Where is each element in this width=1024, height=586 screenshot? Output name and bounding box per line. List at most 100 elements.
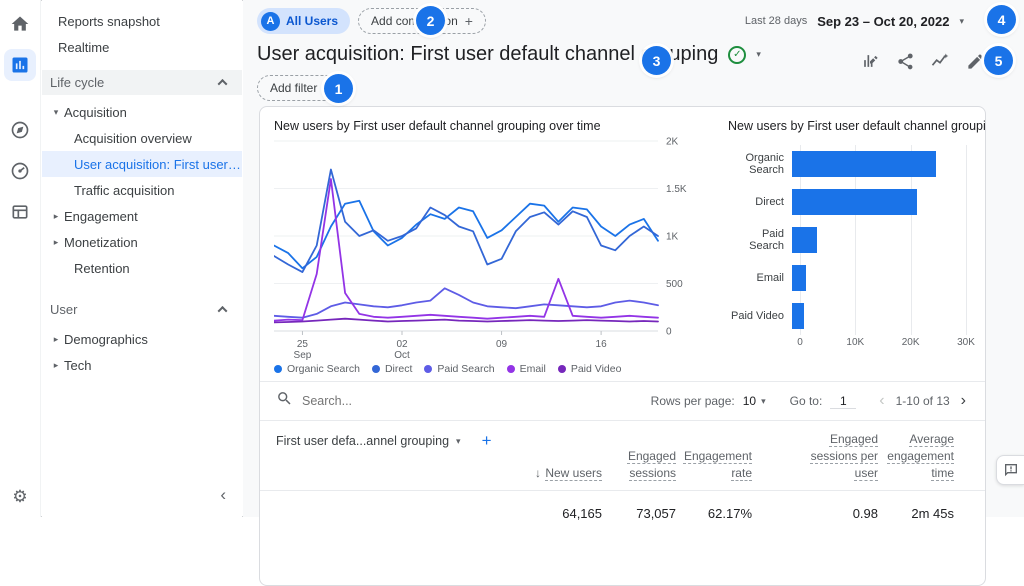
- svg-text:02: 02: [396, 339, 408, 350]
- settings-gear-icon[interactable]: ⚙: [12, 487, 27, 507]
- column-header-average-engagement-time[interactable]: Average engagement time: [878, 431, 954, 481]
- customize-report-icon[interactable]: [857, 48, 883, 74]
- svg-text:2K: 2K: [666, 137, 679, 148]
- explore-icon[interactable]: [4, 114, 36, 146]
- avatar: A: [261, 11, 280, 31]
- sort-desc-icon: ↓: [534, 465, 541, 480]
- sidebar-item-tech[interactable]: ▸ Tech: [42, 352, 242, 378]
- chevron-down-icon: ▾: [456, 435, 461, 446]
- sidebar-item-acquisition-overview[interactable]: Acquisition overview: [42, 125, 242, 151]
- sidebar-item-demographics[interactable]: ▸ Demographics: [42, 326, 242, 352]
- legend-item: Paid Search: [424, 363, 495, 375]
- bar: [792, 303, 805, 329]
- callout-1: 1: [324, 74, 353, 103]
- rows-per-page-label: Rows per page:: [650, 394, 735, 408]
- sidebar-item-user-acquisition[interactable]: User acquisition: First user ...: [42, 151, 242, 177]
- svg-text:Sep: Sep: [294, 350, 312, 361]
- report-actions: [857, 48, 988, 74]
- bar-chart-title: New users by First user default channel …: [728, 119, 986, 133]
- callout-4: 4: [987, 5, 1016, 34]
- triangle-right-icon: ▸: [53, 210, 59, 221]
- triangle-right-icon: ▸: [53, 333, 59, 344]
- reports-icon[interactable]: [4, 49, 36, 81]
- feedback-bubble-icon: [1004, 464, 1017, 477]
- legend-dot: [274, 365, 282, 373]
- all-users-chip[interactable]: A All Users: [257, 8, 351, 34]
- legend-dot: [506, 365, 515, 373]
- bar-row: Organic Search: [728, 145, 971, 183]
- dimension-selector[interactable]: First user defa...annel grouping ▾ +: [276, 431, 514, 451]
- sidebar-section-user[interactable]: User: [42, 297, 242, 322]
- search-input[interactable]: [302, 394, 472, 408]
- callout-2: 2: [416, 6, 445, 35]
- date-range-label: Sep 23 – Oct 20, 2022: [817, 13, 950, 29]
- home-icon[interactable]: [4, 8, 36, 40]
- triangle-down-icon: ▾: [53, 106, 59, 117]
- sidebar-item-monetization[interactable]: ▸ Monetization: [42, 229, 242, 255]
- column-header-new-users[interactable]: ↓ New users: [514, 465, 602, 482]
- sidebar-item-acquisition[interactable]: ▾ Acquisition: [42, 99, 242, 125]
- svg-text:Oct: Oct: [394, 350, 410, 361]
- legend-item: Paid Video: [557, 363, 621, 375]
- chevron-down-icon[interactable]: ▾: [756, 49, 761, 60]
- sidebar-item-reports-snapshot[interactable]: Reports snapshot: [42, 8, 242, 34]
- collapse-sidebar-icon[interactable]: ‹: [220, 485, 226, 505]
- chevron-down-icon: ▾: [959, 15, 964, 26]
- add-column-icon[interactable]: +: [482, 431, 492, 451]
- column-header-engaged-sessions[interactable]: Engaged sessions: [602, 448, 676, 482]
- svg-text:500: 500: [666, 279, 683, 290]
- data-quality-check-icon[interactable]: ✓: [728, 45, 747, 64]
- pagination-controls: Rows per page: 10 ▾ Go to: 1 ‹ 1-10 of 1…: [651, 393, 969, 409]
- sidebar-section-life-cycle[interactable]: Life cycle: [42, 70, 242, 95]
- svg-text:1K: 1K: [666, 232, 679, 243]
- svg-text:0: 0: [666, 327, 672, 338]
- insights-icon[interactable]: [927, 48, 953, 74]
- configure-icon[interactable]: [4, 196, 36, 228]
- date-range-picker[interactable]: Last 28 days Sep 23 – Oct 20, 2022 ▾: [745, 14, 964, 29]
- line-chart-svg: 0 500 1K 1.5K 2K 25Sep 02Oct 09 16: [274, 137, 687, 361]
- svg-text:1.5K: 1.5K: [666, 184, 687, 195]
- column-header-engaged-sessions-per-user[interactable]: Engaged sessions per user: [752, 431, 878, 481]
- bar-chart-area: Organic Search Direct Paid Search Email …: [728, 145, 971, 335]
- table-header: First user defa...annel grouping ▾ + ↓ N…: [260, 421, 985, 492]
- sidebar-item-realtime[interactable]: Realtime: [42, 34, 242, 60]
- triangle-right-icon: ▸: [53, 236, 59, 247]
- total-engaged-sessions: 73,057: [636, 506, 676, 522]
- main-content: A All Users Add comparison + Last 28 day…: [243, 0, 1024, 586]
- date-preset-label: Last 28 days: [744, 15, 808, 27]
- bar-chart-block: New users by First user default channel …: [728, 119, 986, 375]
- line-chart-title: New users by First user default channel …: [274, 119, 601, 133]
- total-engagement-rate: 62.17%: [707, 506, 752, 522]
- column-header-engagement-rate[interactable]: Engagement rate: [676, 448, 752, 482]
- bar-row: Paid Search: [728, 221, 971, 259]
- share-icon[interactable]: [892, 48, 918, 74]
- goto-label: Go to:: [789, 394, 823, 408]
- line-chart-block: New users by First user default channel …: [274, 119, 706, 375]
- report-card: New users by First user default channel …: [259, 106, 986, 586]
- chevron-up-icon: [217, 78, 228, 89]
- next-page-icon[interactable]: ›: [958, 393, 969, 409]
- reports-sidebar: Reports snapshot Realtime Life cycle ▾ A…: [42, 0, 242, 517]
- callout-3: 3: [642, 46, 671, 75]
- legend-item: Email: [506, 363, 546, 375]
- sidebar-item-retention[interactable]: Retention: [42, 255, 242, 281]
- goto-page-input[interactable]: 1: [830, 394, 857, 409]
- bar-row: Email: [728, 259, 971, 297]
- rows-per-page-select[interactable]: 10 ▾: [743, 394, 766, 408]
- sidebar-item-engagement[interactable]: ▸ Engagement: [42, 203, 242, 229]
- bar: [792, 265, 807, 291]
- svg-text:16: 16: [596, 339, 608, 350]
- svg-text:25: 25: [297, 339, 309, 350]
- prev-page-icon[interactable]: ‹: [876, 393, 887, 409]
- feedback-button[interactable]: [996, 455, 1024, 485]
- legend-dot: [424, 365, 433, 373]
- table-search: [276, 390, 506, 412]
- sidebar-item-traffic-acquisition[interactable]: Traffic acquisition: [42, 177, 242, 203]
- bar-row: Paid Video: [728, 297, 971, 335]
- advertising-icon[interactable]: [4, 155, 36, 187]
- total-new-users: 64,165: [562, 506, 602, 522]
- total-average-engagement-time: 2m 45s: [911, 506, 954, 522]
- bar-row: Direct: [728, 183, 971, 221]
- legend-item: Organic Search: [274, 363, 360, 375]
- search-icon: [276, 390, 293, 412]
